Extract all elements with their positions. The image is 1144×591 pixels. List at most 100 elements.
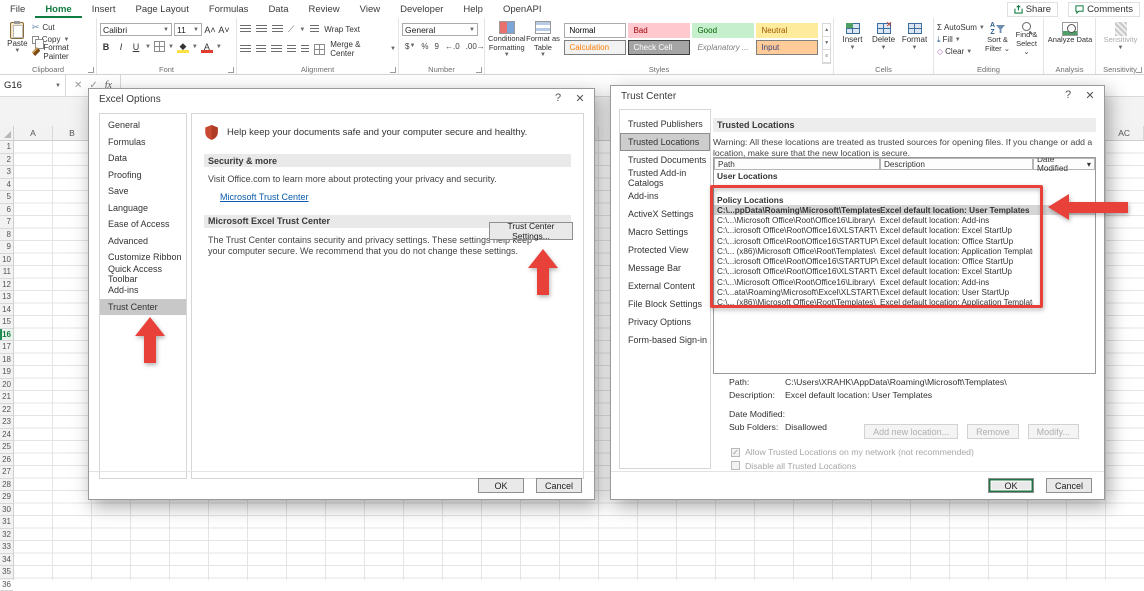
ribbon-tab[interactable]: Data: [258, 0, 298, 18]
options-nav-item[interactable]: Advanced: [100, 233, 186, 250]
ribbon-tab[interactable]: Help: [453, 0, 493, 18]
chevron-down-icon[interactable]: ▼: [168, 44, 174, 50]
ribbon-tab[interactable]: Home: [35, 0, 81, 18]
align-top-icon[interactable]: [240, 25, 251, 34]
cancel-button[interactable]: Cancel: [1046, 478, 1092, 493]
row-header[interactable]: 7: [0, 216, 13, 229]
name-box[interactable]: G16 ▼: [0, 75, 66, 96]
row-header[interactable]: 27: [0, 466, 13, 479]
location-action-button[interactable]: Add new location...: [864, 424, 958, 439]
font-dialog-launcher-icon[interactable]: [228, 67, 234, 73]
ok-button[interactable]: OK: [988, 478, 1034, 493]
options-nav-item[interactable]: Data: [100, 150, 186, 167]
chevron-down-icon[interactable]: ▼: [216, 44, 222, 50]
column-header[interactable]: B: [53, 126, 92, 140]
trust-center-nav-item[interactable]: Trusted Publishers: [620, 115, 710, 133]
help-icon[interactable]: ?: [1060, 89, 1076, 101]
bold-button[interactable]: B: [100, 40, 112, 53]
options-nav-item[interactable]: Language: [100, 200, 186, 217]
ribbon-tab[interactable]: Formulas: [199, 0, 259, 18]
row-header[interactable]: 29: [0, 491, 13, 504]
align-right-icon[interactable]: [271, 45, 282, 54]
row-header[interactable]: 18: [0, 354, 13, 367]
trust-center-nav-item[interactable]: Trusted Add-in Catalogs: [620, 169, 710, 187]
merge-center-button[interactable]: Merge & Center: [330, 40, 385, 58]
row-header[interactable]: 33: [0, 541, 13, 554]
chevron-down-icon[interactable]: ▼: [390, 46, 396, 52]
align-bottom-icon[interactable]: [272, 25, 283, 34]
autosum-button[interactable]: ΣAutoSum▼: [937, 22, 983, 33]
checkbox-row[interactable]: Allow Trusted Locations on my network (n…: [731, 447, 974, 457]
decrease-decimal-button[interactable]: .00→: [463, 40, 488, 52]
clipboard-dialog-launcher-icon[interactable]: [88, 67, 94, 73]
align-left-icon[interactable]: [240, 45, 251, 54]
row-header[interactable]: 2: [0, 154, 13, 167]
checkbox-row[interactable]: Disable all Trusted Locations: [731, 461, 856, 471]
align-center-icon[interactable]: [256, 45, 267, 54]
column-header-description[interactable]: Description: [880, 158, 1033, 170]
options-nav-item[interactable]: General: [100, 117, 186, 134]
options-nav-item[interactable]: Formulas: [100, 134, 186, 151]
clear-button[interactable]: ◇Clear▼: [937, 46, 983, 57]
trust-center-nav-item[interactable]: External Content: [620, 277, 710, 295]
options-nav-item[interactable]: Quick Access Toolbar: [100, 266, 186, 283]
row-header[interactable]: 24: [0, 429, 13, 442]
trust-center-nav-item[interactable]: Trusted Locations: [620, 133, 710, 151]
decrease-font-button[interactable]: A˅: [218, 23, 230, 36]
checkbox-icon[interactable]: [731, 461, 740, 470]
row-header[interactable]: 17: [0, 341, 13, 354]
borders-icon[interactable]: [154, 41, 165, 52]
row-header[interactable]: 35: [0, 566, 13, 579]
row-header[interactable]: 16: [0, 329, 13, 342]
row-header[interactable]: 20: [0, 379, 13, 392]
cell-style-chip[interactable]: Normal: [564, 23, 626, 38]
row-header[interactable]: 9: [0, 241, 13, 254]
cell-style-chip[interactable]: Bad: [628, 23, 690, 38]
row-header[interactable]: 28: [0, 479, 13, 492]
row-header[interactable]: 23: [0, 416, 13, 429]
conditional-formatting-button[interactable]: Conditional Formatting ▼: [488, 20, 526, 64]
close-icon[interactable]: ✕: [1082, 89, 1098, 102]
row-header[interactable]: 5: [0, 191, 13, 204]
cancel-button[interactable]: Cancel: [536, 478, 582, 493]
trust-center-nav-item[interactable]: ActiveX Settings: [620, 205, 710, 223]
format-cells-button[interactable]: Format ▼: [899, 20, 930, 64]
increase-decimal-button[interactable]: ←.0: [442, 40, 463, 52]
row-header[interactable]: 15: [0, 316, 13, 329]
trust-center-nav-item[interactable]: Message Bar: [620, 259, 710, 277]
share-button[interactable]: Share: [1007, 2, 1058, 17]
microsoft-trust-center-link[interactable]: Microsoft Trust Center: [220, 192, 309, 202]
row-header[interactable]: 34: [0, 554, 13, 567]
chevron-down-icon[interactable]: ▼: [145, 44, 151, 50]
analyze-data-button[interactable]: Analyze Data: [1047, 20, 1093, 45]
gallery-down-icon[interactable]: ▼: [823, 37, 830, 50]
format-as-table-button[interactable]: Format as Table ▼: [526, 20, 561, 64]
cut-button[interactable]: ✂Cut: [32, 22, 94, 33]
cell-style-chip[interactable]: Neutral: [756, 23, 818, 38]
help-icon[interactable]: ?: [550, 92, 566, 104]
ribbon-tab[interactable]: OpenAPI: [493, 0, 552, 18]
ribbon-tab[interactable]: File: [0, 0, 35, 18]
increase-font-button[interactable]: A˄: [204, 23, 216, 36]
options-nav-item[interactable]: Trust Center: [100, 299, 186, 316]
fill-color-button[interactable]: ◆: [177, 40, 189, 53]
location-action-button[interactable]: Remove: [967, 424, 1019, 439]
chevron-down-icon[interactable]: ▼: [192, 44, 198, 50]
row-header[interactable]: 19: [0, 366, 13, 379]
row-header[interactable]: 21: [0, 391, 13, 404]
row-header[interactable]: 14: [0, 304, 13, 317]
options-nav-item[interactable]: Save: [100, 183, 186, 200]
insert-cells-button[interactable]: Insert ▼: [837, 20, 868, 64]
options-nav-item[interactable]: Proofing: [100, 167, 186, 184]
alignment-dialog-launcher-icon[interactable]: [390, 67, 396, 73]
trust-center-nav-item[interactable]: Trusted Documents: [620, 151, 710, 169]
number-dialog-launcher-icon[interactable]: [476, 67, 482, 73]
cell-style-chip[interactable]: Calculation: [564, 40, 626, 55]
close-icon[interactable]: ✕: [572, 92, 588, 105]
accounting-format-button[interactable]: $▼: [402, 40, 418, 52]
sensitivity-dialog-launcher-icon[interactable]: [1136, 67, 1142, 73]
row-header[interactable]: 8: [0, 229, 13, 242]
ribbon-tab[interactable]: View: [350, 0, 390, 18]
orientation-icon[interactable]: ⟋: [288, 24, 294, 35]
location-action-button[interactable]: Modify...: [1028, 424, 1079, 439]
